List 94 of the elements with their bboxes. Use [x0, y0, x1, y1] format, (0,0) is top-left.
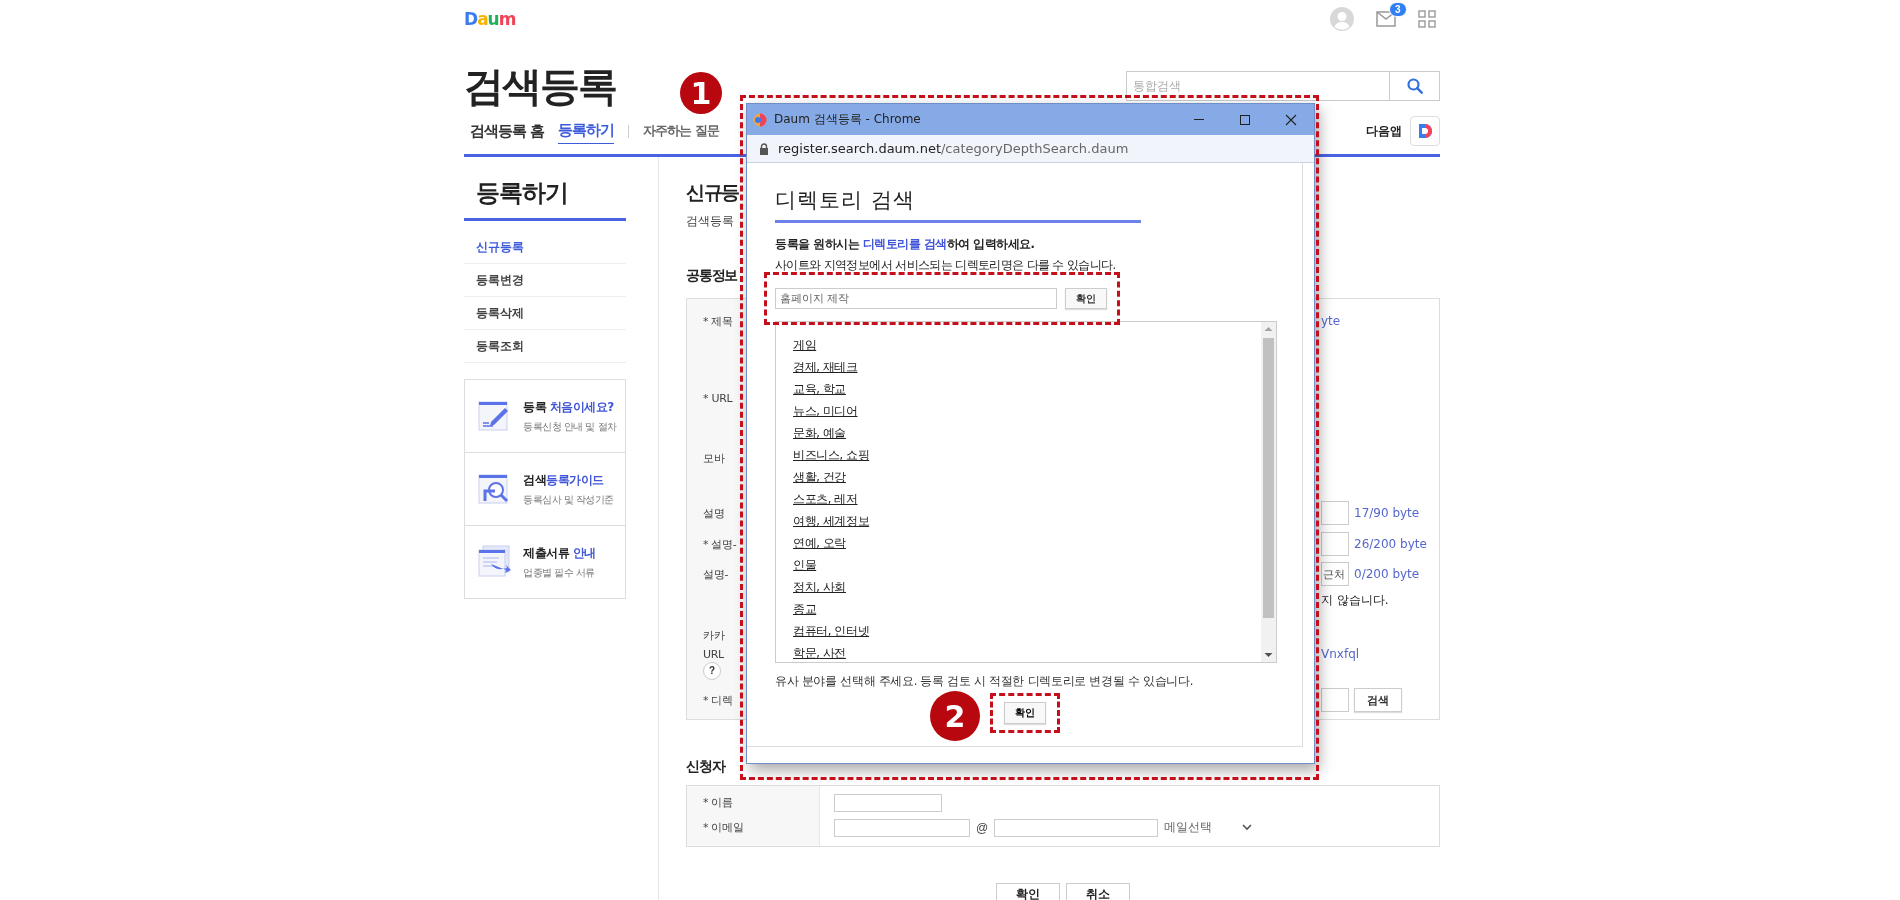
category-link[interactable]: 게임: [793, 334, 817, 356]
browser-logo-icon: [753, 112, 767, 127]
search-field[interactable]: 통합검색: [1126, 71, 1390, 101]
input-field[interactable]: 근처: [1321, 562, 1349, 586]
notice-text: 지 않습니다.: [1321, 591, 1389, 609]
email-id-field[interactable]: [834, 818, 970, 837]
scrollbar[interactable]: [1261, 322, 1276, 662]
documents-arrow-icon: [477, 544, 513, 580]
category-link[interactable]: 컴퓨터, 인터넷: [793, 620, 870, 642]
sidebar-item[interactable]: 등록삭제: [464, 297, 626, 330]
nav-tab[interactable]: 자주하는 질문: [643, 119, 719, 143]
search-confirm-button[interactable]: 확인: [1065, 288, 1107, 309]
sidebar-title: 등록하기: [476, 178, 569, 208]
field-label: 설명: [703, 505, 725, 521]
guide-title: 등록 처음이세요?: [523, 398, 615, 416]
notice-text: 사이트와 지역정보에서 서비스되는 디렉토리명은 다를 수 있습니다.: [775, 258, 1117, 272]
byte-counter: 26/200 byte: [1354, 537, 1427, 551]
lock-icon: [759, 142, 769, 155]
category-link[interactable]: 학문, 사전: [793, 642, 846, 662]
guide-subtitle: 등록신청 안내 및 절차: [523, 419, 617, 434]
instruction-text: 등록을 원하시는 디렉토리를 검색하여 입력하세요.: [775, 237, 1036, 251]
input-field[interactable]: [1321, 532, 1349, 556]
search-button[interactable]: 검색: [1354, 688, 1402, 712]
byte-counter: 17/90 byte: [1354, 506, 1420, 520]
email-domain-field[interactable]: [994, 818, 1159, 837]
category-link[interactable]: 정치, 사회: [793, 576, 846, 598]
maximize-icon: [1239, 113, 1251, 126]
field-label: * 이메일: [703, 820, 744, 835]
section-heading: 신청자: [686, 758, 725, 774]
category-link[interactable]: 경제, 재테크: [793, 356, 858, 378]
field-label: URL: [703, 647, 724, 661]
confirm-button[interactable]: 확인: [996, 883, 1060, 900]
app-button[interactable]: [1410, 116, 1440, 146]
guide-card[interactable]: 검색등록가이드 등록심사 및 작성기준: [465, 452, 625, 525]
chevron-down-icon: [1242, 824, 1253, 831]
byte-counter: 0/200 byte: [1354, 567, 1420, 581]
app-logo-icon: [1416, 122, 1434, 140]
field-label: 설명-: [703, 566, 729, 582]
guide-card[interactable]: 제출서류 안내 업종별 필수 서류: [465, 525, 625, 598]
field-label: * 설명-: [703, 536, 737, 552]
directory-search-field[interactable]: 홈페이지 제작: [775, 288, 1057, 309]
cancel-button[interactable]: 취소: [1066, 883, 1130, 900]
guide-subtitle: 업종별 필수 서류: [523, 565, 596, 580]
field-label: * 이름: [703, 795, 733, 810]
nav-tab[interactable]: 등록하기: [558, 118, 615, 144]
step-marker: 1: [680, 72, 722, 114]
help-button[interactable]: ?: [703, 662, 721, 680]
dialog-title: 디렉토리 검색: [775, 187, 916, 214]
guide-title: 검색등록가이드: [523, 471, 605, 489]
name-field[interactable]: [834, 793, 942, 812]
category-link[interactable]: 비즈니스, 쇼핑: [793, 444, 870, 466]
mail-icon[interactable]: [1376, 11, 1396, 27]
url-link[interactable]: Vnxfql: [1321, 647, 1360, 661]
category-link[interactable]: 뉴스, 미디어: [793, 400, 858, 422]
field-label: * URL: [703, 391, 733, 405]
close-icon: [1285, 113, 1297, 126]
app-link[interactable]: 다음앱: [1366, 122, 1402, 140]
category-link[interactable]: 인물: [793, 554, 817, 576]
page-title: 신규등: [686, 180, 739, 205]
page-subtitle: 검색등록: [686, 213, 734, 229]
at-sign: @: [976, 820, 989, 835]
category-link[interactable]: 연예, 오락: [793, 532, 846, 554]
byte-counter: yte: [1321, 314, 1341, 328]
notification-badge: 3: [1389, 2, 1407, 17]
category-link[interactable]: 여행, 세계정보: [793, 510, 870, 532]
guide-card[interactable]: 등록 처음이세요? 등록신청 안내 및 절차: [465, 380, 625, 452]
search-icon: [1406, 78, 1423, 94]
confirm-button[interactable]: 확인: [1004, 702, 1046, 724]
site-title: 검색등록: [464, 64, 616, 108]
guide-subtitle: 등록심사 및 작성기준: [523, 492, 614, 507]
section-heading: 공통정보: [686, 267, 738, 283]
field-label: * 제목: [703, 313, 733, 329]
sidebar-item[interactable]: 등록조회: [464, 330, 626, 363]
apps-grid-icon[interactable]: [1418, 10, 1436, 28]
category-link[interactable]: 스포츠, 레저: [793, 488, 858, 510]
guide-title: 제출서류 안내: [523, 544, 596, 562]
nav-tab[interactable]: 검색등록 홈: [470, 118, 545, 144]
category-link[interactable]: 문화, 예술: [793, 422, 846, 444]
window-title: Daum 검색등록 - Chrome: [774, 111, 922, 128]
sidebar-item[interactable]: 신규등록: [464, 231, 626, 264]
input-field[interactable]: [1321, 501, 1349, 525]
mail-select[interactable]: 메일선택: [1164, 819, 1253, 836]
field-label: * 디렉: [703, 692, 733, 708]
field-label: 카카: [703, 627, 725, 643]
search-button[interactable]: [1390, 71, 1440, 101]
field-label: 모바: [703, 450, 725, 466]
category-link[interactable]: 교육, 학교: [793, 378, 846, 400]
input-field[interactable]: [1321, 688, 1349, 712]
daum-logo[interactable]: Daum: [464, 9, 516, 29]
category-link[interactable]: 생활, 건강: [793, 466, 846, 488]
hint-text: 유사 분야를 선택해 주세요. 등록 검토 시 적절한 디렉토리로 변경될 수 있습니다.: [775, 673, 1195, 689]
category-link[interactable]: 종교: [793, 598, 817, 620]
avatar-icon[interactable]: [1330, 7, 1354, 31]
sidebar-item[interactable]: 등록변경: [464, 264, 626, 297]
